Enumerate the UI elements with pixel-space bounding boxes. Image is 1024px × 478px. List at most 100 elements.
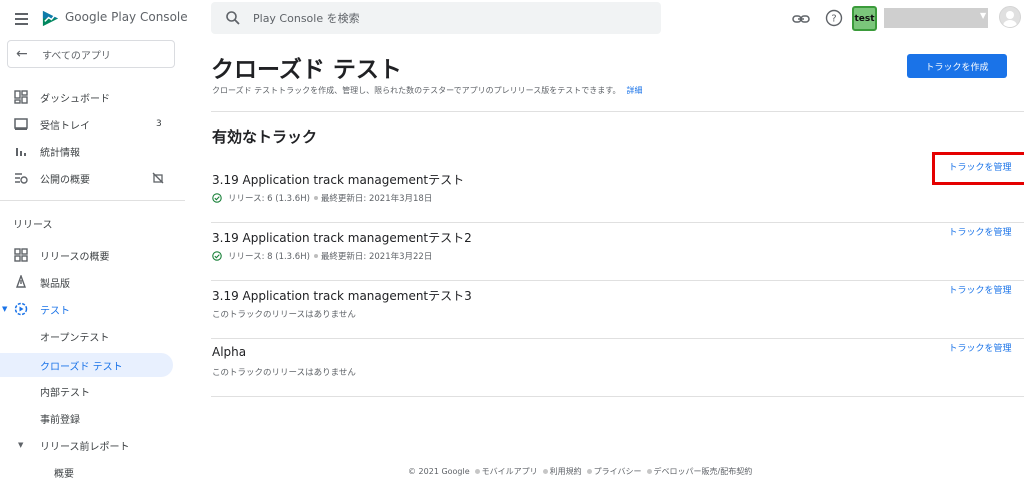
- sidebar-subitem-open-testing[interactable]: オープンテスト: [40, 324, 109, 348]
- caret-down-icon: ▼: [2, 305, 8, 313]
- managed-publishing-off-icon: [152, 172, 164, 184]
- publishing-overview-icon: [15, 173, 28, 184]
- track-name: 3.19 Application track managementテスト2: [212, 231, 472, 245]
- manage-track-link[interactable]: トラックを管理: [932, 152, 1024, 185]
- sidebar-item-statistics[interactable]: 統計情報: [0, 139, 173, 163]
- svg-text:?: ?: [831, 14, 836, 25]
- brand-primary: Google Play: [65, 10, 137, 24]
- sidebar-item-label: ダッシュボード: [40, 93, 110, 105]
- search-bar[interactable]: [211, 2, 661, 34]
- production-icon: [16, 275, 26, 288]
- header-divider: [211, 111, 1024, 112]
- manage-track-link[interactable]: トラックを管理: [932, 226, 1024, 240]
- sidebar-subitem-prelaunch-overview[interactable]: 概要: [54, 460, 74, 478]
- user-avatar[interactable]: [999, 6, 1021, 28]
- manage-track-link[interactable]: トラックを管理: [932, 342, 1024, 356]
- sidebar-subitem-pre-registration[interactable]: 事前登録: [40, 406, 80, 430]
- track-name: 3.19 Application track managementテスト: [212, 173, 465, 187]
- sidebar-section-release: リリース: [13, 220, 53, 231]
- separator-dot: [586, 469, 592, 474]
- footer-link-privacy[interactable]: プライバシー: [594, 466, 642, 477]
- sidebar-subitem-label: クローズド テスト: [40, 361, 123, 373]
- sidebar-item-prelaunch-report[interactable]: ▼ リリース前レポート: [0, 433, 173, 457]
- top-app-bar: Google Play Console ? test ▼: [0, 0, 1024, 38]
- page-description-text: クローズド テストトラックを作成、管理し、限られた数のテスターでアプリのプレリリ…: [212, 86, 621, 95]
- sidebar-item-label: 統計情報: [40, 147, 80, 159]
- back-arrow-icon: ←: [16, 46, 28, 62]
- sidebar-item-inbox[interactable]: 受信トレイ 3: [0, 112, 173, 136]
- check-circle-icon: [212, 251, 222, 261]
- track-meta: リリース: 8 (1.3.6H) 最終更新日: 2021年3月22日: [212, 250, 432, 262]
- sidebar-item-testing[interactable]: ▼ テスト: [0, 297, 173, 321]
- developer-account-name[interactable]: [884, 8, 988, 28]
- track-name: Alpha: [212, 345, 247, 359]
- details-link[interactable]: 詳細: [626, 86, 642, 95]
- caret-down-icon: ▼: [18, 441, 24, 449]
- track-name: 3.19 Application track managementテスト3: [212, 289, 472, 303]
- play-console-logo-icon: [42, 10, 59, 27]
- sidebar-subitem-label: オープンテスト: [40, 332, 110, 344]
- inbox-count-badge: 3: [156, 119, 162, 129]
- track-row: 3.19 Application track managementテスト リリー…: [211, 152, 1024, 223]
- sidebar-item-publishing-overview[interactable]: 公開の概要: [0, 166, 173, 190]
- all-apps-label: すべてのアプリ: [42, 50, 111, 62]
- chevron-down-icon[interactable]: ▼: [980, 11, 986, 20]
- link-icon[interactable]: [791, 9, 811, 29]
- search-input[interactable]: [253, 8, 633, 28]
- search-icon: [226, 11, 240, 25]
- hamburger-menu-icon[interactable]: [8, 6, 34, 32]
- page-title: クローズド テスト: [211, 57, 402, 83]
- sidebar-subitem-closed-testing[interactable]: クローズド テスト: [0, 353, 173, 377]
- sidebar-item-label: 受信トレイ: [40, 120, 90, 132]
- sidebar-subitem-label: 事前登録: [40, 414, 80, 426]
- separator-dot: [542, 469, 548, 474]
- separator-dot: [313, 254, 318, 258]
- manage-track-link[interactable]: トラックを管理: [932, 284, 1024, 298]
- track-row: 3.19 Application track managementテスト3 この…: [211, 282, 1024, 339]
- separator-dot: [474, 469, 480, 474]
- check-circle-icon: [212, 193, 222, 203]
- sidebar-divider: [0, 200, 185, 201]
- sidebar-subitem-label: 内部テスト: [40, 387, 90, 399]
- track-last-updated: 最終更新日: 2021年3月22日: [320, 252, 433, 262]
- all-apps-button[interactable]: ← すべてのアプリ: [7, 40, 175, 68]
- footer-link-terms[interactable]: 利用規約: [550, 466, 582, 477]
- release-overview-icon: [14, 248, 28, 262]
- track-empty-message: このトラックのリリースはありません: [212, 310, 356, 320]
- track-row: 3.19 Application track managementテスト2 リリ…: [211, 224, 1024, 281]
- create-track-button[interactable]: トラックを作成: [907, 54, 1007, 78]
- sidebar-nav: ← すべてのアプリ ダッシュボード 受信トレイ 3 統計情報 公開の概要 リリー…: [0, 38, 185, 478]
- track-last-updated: 最終更新日: 2021年3月18日: [320, 194, 433, 204]
- track-meta: リリース: 6 (1.3.6H) 最終更新日: 2021年3月18日: [212, 192, 432, 204]
- separator-dot: [313, 196, 318, 200]
- sidebar-item-label: 製品版: [40, 278, 70, 290]
- footer-link-mobile-app[interactable]: モバイルアプリ: [482, 466, 538, 477]
- brand-secondary: Console: [139, 10, 188, 24]
- sidebar-subitem-internal-testing[interactable]: 内部テスト: [40, 379, 90, 403]
- sidebar-item-label: リリースの概要: [40, 251, 110, 263]
- help-icon[interactable]: ?: [824, 8, 844, 28]
- active-tracks-heading: 有効なトラック: [212, 128, 318, 146]
- inbox-icon: [14, 118, 28, 130]
- sidebar-item-production[interactable]: 製品版: [0, 270, 173, 294]
- sidebar-item-dashboard[interactable]: ダッシュボード: [0, 85, 173, 109]
- sidebar-item-label: テスト: [40, 305, 70, 317]
- testing-icon: [14, 302, 28, 316]
- sidebar-item-label: 公開の概要: [40, 174, 90, 186]
- track-release-info: リリース: 8 (1.3.6H): [228, 252, 310, 262]
- sidebar-subitem-label: 概要: [54, 468, 74, 478]
- dashboard-icon: [14, 90, 28, 104]
- footer-link-developer-agreement[interactable]: デベロッパー販売/配布契約: [654, 466, 753, 477]
- page-description: クローズド テストトラックを作成、管理し、限られた数のテスターでアプリのプレリリ…: [212, 85, 642, 96]
- track-release-info: リリース: 6 (1.3.6H): [228, 194, 310, 204]
- page-footer: © 2021 Google モバイルアプリ 利用規約 プライバシー デベロッパー…: [408, 466, 752, 477]
- brand-title[interactable]: Google Play Console: [65, 10, 188, 24]
- main-content: クローズド テスト クローズド テストトラックを作成、管理し、限られた数のテスタ…: [185, 38, 1024, 478]
- track-row: Alpha このトラックのリリースはありません トラックを管理: [211, 340, 1024, 397]
- sidebar-item-release-overview[interactable]: リリースの概要: [0, 243, 173, 267]
- track-empty-message: このトラックのリリースはありません: [212, 368, 356, 378]
- bar-chart-icon: [16, 148, 26, 156]
- separator-dot: [646, 469, 652, 474]
- developer-account-avatar[interactable]: test: [852, 6, 877, 31]
- sidebar-subitem-label: リリース前レポート: [40, 441, 130, 453]
